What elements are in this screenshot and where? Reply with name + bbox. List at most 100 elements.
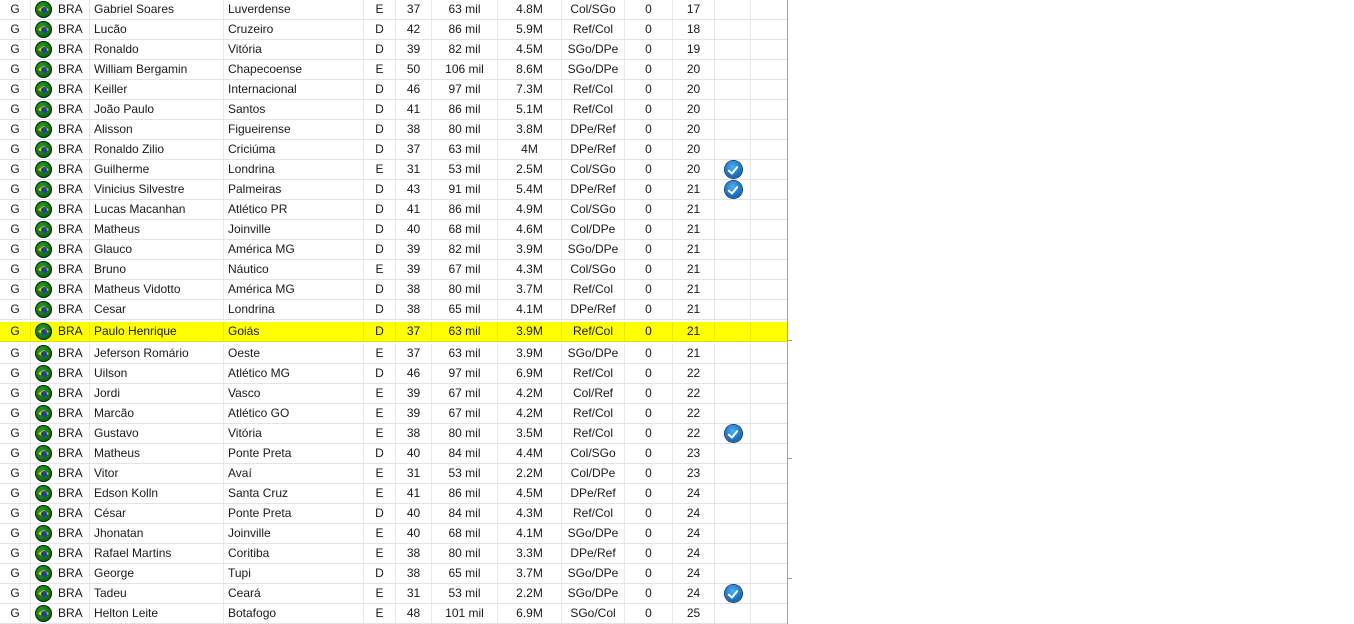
check-cell[interactable] <box>715 564 751 583</box>
player-name-cell: Lucão <box>90 20 224 39</box>
check-cell[interactable] <box>715 40 751 59</box>
table-row[interactable]: G BRA Cesar Londrina D 38 65 mil 4.1M DPe/Ref 0 21 <box>0 300 787 320</box>
table-row[interactable]: G BRA Vinicius Silvestre Palmeiras D 43 91 mil… <box>0 180 787 200</box>
salary-cell: 91 mil <box>432 180 498 199</box>
check-cell[interactable] <box>715 384 751 403</box>
check-cell[interactable] <box>715 80 751 99</box>
table-row[interactable]: G BRA Guilherme Londrina E 31 53 mil 2.5M Col/SG… <box>0 160 787 180</box>
extra-cell <box>751 220 788 239</box>
age-cell: 37 <box>396 0 432 19</box>
table-row[interactable]: G BRA João Paulo Santos D 41 86 mil 5.1M Ref/Col… <box>0 100 787 120</box>
nationality-cell: BRA <box>55 524 90 543</box>
check-cell[interactable] <box>715 260 751 279</box>
table-row[interactable]: G BRA Bruno Náutico E 39 67 mil 4.3M Col/SGo 0 21 <box>0 260 787 280</box>
skill-cell: DPe/Ref <box>562 300 625 319</box>
table-row[interactable]: G BRA Edson Kolln Santa Cruz E 41 86 mil 4.5M DP… <box>0 484 787 504</box>
salary-cell: 86 mil <box>432 20 498 39</box>
age-cell: 41 <box>396 100 432 119</box>
table-row[interactable]: G BRA Vitor Avaí E 31 53 mil 2.2M Col/DPe 0 23 <box>0 464 787 484</box>
table-row[interactable]: G BRA Ronaldo Zilio Criciúma D 37 63 mil 4M DPe/… <box>0 140 787 160</box>
check-cell[interactable] <box>715 160 751 179</box>
flag-cell <box>31 120 55 139</box>
check-cell[interactable] <box>715 120 751 139</box>
table-row[interactable]: G BRA Lucão Cruzeiro D 42 86 mil 5.9M Ref/Col 0 18 <box>0 20 787 40</box>
side-cell: D <box>364 200 396 219</box>
age-cell: 39 <box>396 384 432 403</box>
checkmark-icon[interactable] <box>725 585 742 602</box>
number-cell: 20 <box>673 60 715 79</box>
table-row[interactable]: G BRA Glauco América MG D 39 82 mil 3.9M SGo/DPe… <box>0 240 787 260</box>
check-cell[interactable] <box>715 240 751 259</box>
check-cell[interactable] <box>715 464 751 483</box>
salary-cell: 68 mil <box>432 220 498 239</box>
table-row[interactable]: G BRA Lucas Macanhan Atlético PR D 41 86 mil 4.… <box>0 200 787 220</box>
check-cell[interactable] <box>715 344 751 363</box>
table-row[interactable]: G BRA Uilson Atlético MG D 46 97 mil 6.9M Ref/Co… <box>0 364 787 384</box>
side-cell: D <box>364 40 396 59</box>
position-cell: G <box>0 604 31 623</box>
flag-cell <box>31 564 55 583</box>
table-row[interactable]: G BRA Matheus Vidotto América MG D 38 80 mil 3.… <box>0 280 787 300</box>
table-row[interactable]: G BRA Alisson Figueirense D 38 80 mil 3.8M DPe/R… <box>0 120 787 140</box>
extra-cell <box>751 564 788 583</box>
brazil-flag-icon <box>35 241 52 258</box>
number-cell: 25 <box>673 604 715 623</box>
number-cell: 22 <box>673 384 715 403</box>
table-row[interactable]: G BRA George Tupi D 38 65 mil 3.7M SGo/DPe 0 24 <box>0 564 787 584</box>
check-cell[interactable] <box>715 280 751 299</box>
check-cell[interactable] <box>715 200 751 219</box>
nationality-cell: BRA <box>55 0 90 19</box>
nationality-cell: BRA <box>55 464 90 483</box>
side-cell: D <box>364 280 396 299</box>
checkmark-icon[interactable] <box>725 425 742 442</box>
check-cell[interactable] <box>715 364 751 383</box>
check-cell[interactable] <box>715 140 751 159</box>
nationality-cell: BRA <box>55 140 90 159</box>
table-row-selected[interactable]: G BRA Paulo Henrique Goiás D 37 63 mil 3.9M Ref/… <box>0 322 787 342</box>
player-name-cell: Ronaldo <box>90 40 224 59</box>
skill-cell: SGo/DPe <box>562 564 625 583</box>
check-cell[interactable] <box>715 300 751 319</box>
table-row[interactable]: G BRA Matheus Ponte Preta D 40 84 mil 4.4M Col/S… <box>0 444 787 464</box>
table-row[interactable]: G BRA Matheus Joinville D 40 68 mil 4.6M Col/DPe… <box>0 220 787 240</box>
check-cell[interactable] <box>715 424 751 443</box>
check-cell[interactable] <box>715 322 751 341</box>
player-name-cell: Jeferson Romário <box>90 344 224 363</box>
value-cell: 3.7M <box>498 280 562 299</box>
check-cell[interactable] <box>715 100 751 119</box>
brazil-flag-icon <box>35 21 52 38</box>
table-row[interactable]: G BRA Gabriel Soares Luverdense E 37 63 mil 4.8… <box>0 0 787 20</box>
table-row[interactable]: G BRA Gustavo Vitória E 38 80 mil 3.5M Ref/Col 0 2… <box>0 424 787 444</box>
table-row[interactable]: G BRA Jeferson Romário Oeste E 37 63 mil 3.9M SG… <box>0 344 787 364</box>
table-row[interactable]: G BRA Jordi Vasco E 39 67 mil 4.2M Col/Ref 0 22 <box>0 384 787 404</box>
check-cell[interactable] <box>715 504 751 523</box>
check-cell[interactable] <box>715 544 751 563</box>
check-cell[interactable] <box>715 60 751 79</box>
table-row[interactable]: G BRA Keiller Internacional D 46 97 mil 7.3M Ref… <box>0 80 787 100</box>
table-row[interactable]: G BRA César Ponte Preta D 40 84 mil 4.3M Ref/Col… <box>0 504 787 524</box>
check-cell[interactable] <box>715 180 751 199</box>
check-cell[interactable] <box>715 0 751 19</box>
check-cell[interactable] <box>715 404 751 423</box>
table-row[interactable]: G BRA Ronaldo Vitória D 39 82 mil 4.5M SGo/DPe 0 1… <box>0 40 787 60</box>
check-cell[interactable] <box>715 444 751 463</box>
table-row[interactable]: G BRA Tadeu Ceará E 31 53 mil 2.2M SGo/DPe 0 24 <box>0 584 787 604</box>
table-row[interactable]: G BRA William Bergamin Chapecoense E 50 106 mi… <box>0 60 787 80</box>
check-cell[interactable] <box>715 20 751 39</box>
check-cell[interactable] <box>715 584 751 603</box>
club-cell: Santos <box>224 100 364 119</box>
check-cell[interactable] <box>715 524 751 543</box>
table-row[interactable]: G BRA Marcão Atlético GO E 39 67 mil 4.2M Ref/Co… <box>0 404 787 424</box>
nationality-cell: BRA <box>55 404 90 423</box>
table-row[interactable]: G BRA Rafael Martins Coritiba E 38 80 mil 3.3M D… <box>0 544 787 564</box>
brazil-flag-icon <box>35 1 52 18</box>
check-cell[interactable] <box>715 604 751 623</box>
nationality-cell: BRA <box>55 604 90 623</box>
table-row[interactable]: G BRA Jhonatan Joinville E 40 68 mil 4.1M SGo/DP… <box>0 524 787 544</box>
checkmark-icon[interactable] <box>725 161 742 178</box>
check-cell[interactable] <box>715 220 751 239</box>
check-cell[interactable] <box>715 484 751 503</box>
table-row[interactable]: G BRA Helton Leite Botafogo E 48 101 mil 6.9M SG… <box>0 604 787 624</box>
checkmark-icon[interactable] <box>725 181 742 198</box>
number-cell: 17 <box>673 0 715 19</box>
